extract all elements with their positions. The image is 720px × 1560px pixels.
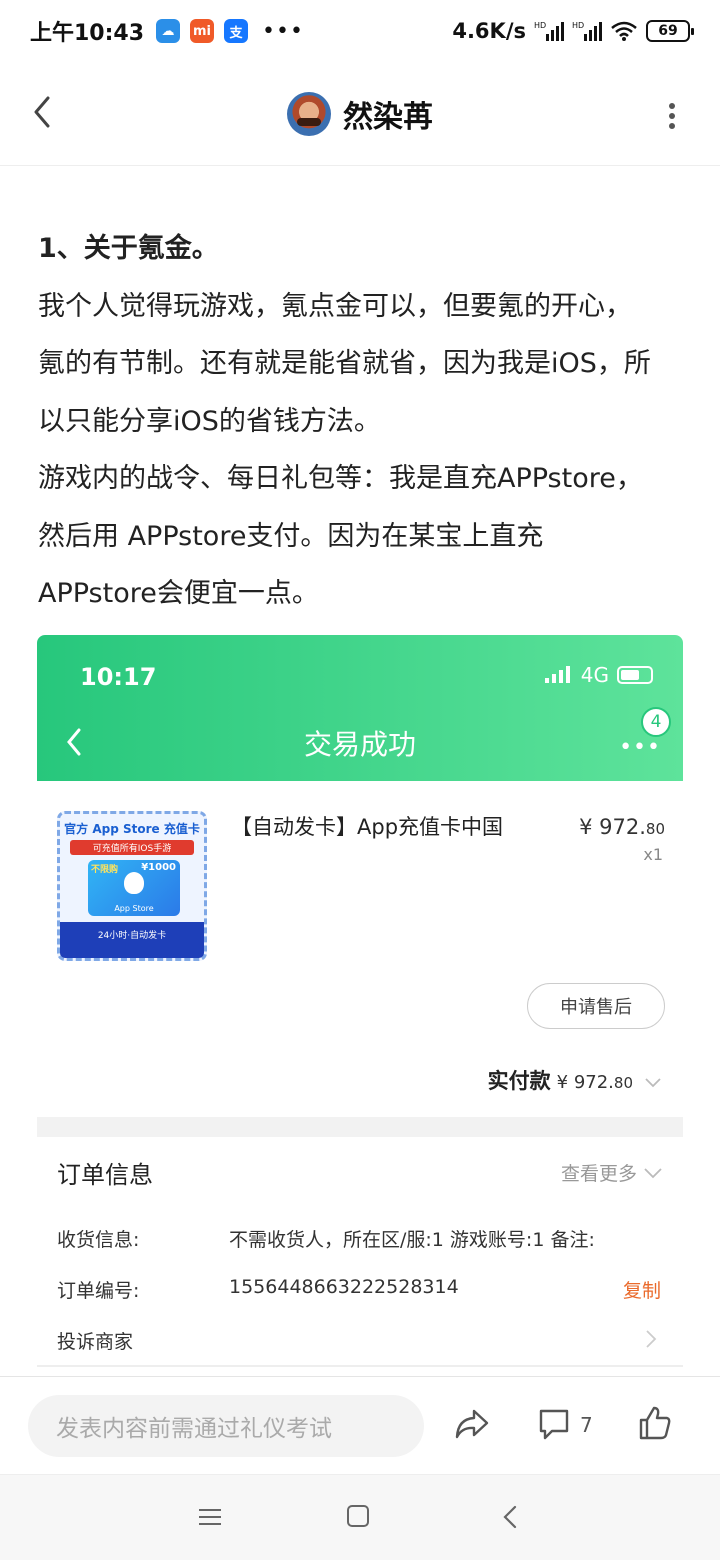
avatar[interactable] xyxy=(287,91,331,136)
paid-main: ¥ 972. xyxy=(556,1072,614,1093)
svg-text:HD: HD xyxy=(572,21,584,30)
product-image-unlimited: 不限购 xyxy=(91,865,119,875)
svg-text:HD: HD xyxy=(534,21,546,30)
paid-decimal: 80 xyxy=(613,1074,633,1092)
after-sale-button: 申请售后 xyxy=(527,983,665,1029)
net-speed: 4.6K/s xyxy=(452,19,526,43)
product-image-subtitle: 可充值所有IOS手游 xyxy=(70,840,194,855)
article-line: 然后用 APPstore支付。因为在某宝上直充 xyxy=(38,520,544,552)
copy-button: 复制 xyxy=(622,1280,661,1302)
product-price: ¥ 972.80 xyxy=(579,815,665,839)
product-image-caption: App Store xyxy=(114,904,154,913)
order-row-value: 不需收货人，所在区/服:1 游戏账号:1 备注: xyxy=(229,1229,595,1251)
section-divider xyxy=(37,1117,683,1137)
signal-hd-2-icon: HD xyxy=(572,21,602,41)
product-price-decimal: 80 xyxy=(645,820,665,838)
signal-hd-icon: HD xyxy=(534,21,564,41)
status-app-icons: ☁ mi 支 xyxy=(156,19,249,43)
chevron-down-icon xyxy=(645,1078,661,1088)
embedded-network: 4G xyxy=(580,663,609,687)
article-line: 以只能分享iOS的省钱方法。 xyxy=(38,405,381,437)
order-info-title: 订单信息 xyxy=(57,1161,153,1189)
alipay-app-icon: 支 xyxy=(224,19,249,43)
app-store-card: 不限购 ¥1000 App Store xyxy=(88,860,180,916)
embedded-battery-icon xyxy=(617,666,653,684)
article-line: 我个人觉得玩游戏，氪点金可以，但要氪的开心， xyxy=(38,290,632,322)
embedded-signal-icon xyxy=(544,666,570,683)
product-image: 官方 App Store 充值卡 可充值所有IOS手游 不限购 ¥1000 Ap… xyxy=(57,811,207,961)
embedded-time: 10:17 xyxy=(80,663,157,691)
share-icon[interactable] xyxy=(454,1407,490,1441)
paid-label: 实付款 xyxy=(487,1069,551,1093)
embedded-order-screenshot[interactable]: 10:17 4G 交易成功 ••• 4 官方 App Store 充值卡 可充值… xyxy=(37,635,683,1375)
apple-logo-icon xyxy=(124,872,144,894)
order-row-key: 收货信息: xyxy=(57,1229,140,1251)
embedded-signal: 4G xyxy=(544,663,653,687)
product-image-title: 官方 App Store 充值卡 xyxy=(64,822,200,836)
post-header: 然染苒 xyxy=(0,62,720,166)
nav-back-icon[interactable] xyxy=(503,1505,517,1529)
more-options-icon[interactable] xyxy=(668,102,676,130)
product-image-footer: 24小时·自动发卡 xyxy=(60,922,204,958)
comment-icon[interactable] xyxy=(538,1407,570,1441)
more-notifications-icon: ••• xyxy=(262,18,304,44)
status-time: 上午10:43 xyxy=(30,21,145,46)
order-row-key: 订单编号: xyxy=(57,1280,140,1302)
order-row-key: 投诉商家 xyxy=(57,1331,134,1353)
view-more: 查看更多 xyxy=(561,1159,663,1186)
mi-app-icon: mi xyxy=(190,19,215,43)
embedded-title: 交易成功 xyxy=(303,728,416,761)
article-body: 1、关于氪金。 我个人觉得玩游戏，氪点金可以，但要氪的开心， 氪的有节制。还有就… xyxy=(38,220,688,623)
system-nav-bar xyxy=(0,1474,720,1560)
embedded-header: 10:17 4G 交易成功 ••• 4 xyxy=(37,635,683,781)
author-info[interactable]: 然染苒 xyxy=(287,91,433,136)
view-more-label: 查看更多 xyxy=(560,1163,637,1185)
article-heading: 1、关于氪金。 xyxy=(38,233,219,264)
back-icon[interactable] xyxy=(28,92,58,132)
divider xyxy=(37,1365,683,1367)
menu-icon[interactable] xyxy=(199,1507,221,1527)
comment-input[interactable]: 发表内容前需通过礼仪考试 xyxy=(28,1395,424,1457)
thumbs-up-icon[interactable] xyxy=(638,1405,672,1441)
article-line: APPstore会便宜一点。 xyxy=(38,578,319,609)
article-line: 游戏内的战令、每日礼包等：我是直充APPstore， xyxy=(38,463,643,494)
action-bar: 发表内容前需通过礼仪考试 7 xyxy=(0,1376,720,1474)
status-bar: 上午10:43 ☁ mi 支 ••• 4.6K/s HD HD 69 xyxy=(0,0,720,62)
product-image-amount: ¥1000 xyxy=(141,862,176,873)
article-line: 氪的有节制。还有就是能省就省，因为我是iOS，所 xyxy=(38,348,651,379)
comment-count[interactable]: 7 xyxy=(580,1413,593,1437)
paid-amount: 实付款 ¥ 972.80 xyxy=(488,1065,661,1095)
product-quantity: x1 xyxy=(643,845,663,864)
product-price-main: ¥ 972. xyxy=(579,815,646,839)
cloud-app-icon: ☁ xyxy=(156,19,181,43)
wifi-icon xyxy=(611,21,637,41)
product-name: 【自动发卡】App充值卡中国 xyxy=(231,815,504,839)
battery-icon: 69 xyxy=(646,20,694,42)
author-name[interactable]: 然染苒 xyxy=(343,92,433,136)
chevron-down-icon xyxy=(644,1167,662,1178)
home-icon[interactable] xyxy=(347,1505,369,1527)
order-row-value: 1556448663222528314 xyxy=(229,1276,459,1298)
embedded-more-icon: ••• xyxy=(619,735,661,760)
embedded-badge: 4 xyxy=(641,707,671,737)
chevron-right-icon xyxy=(646,1330,657,1348)
